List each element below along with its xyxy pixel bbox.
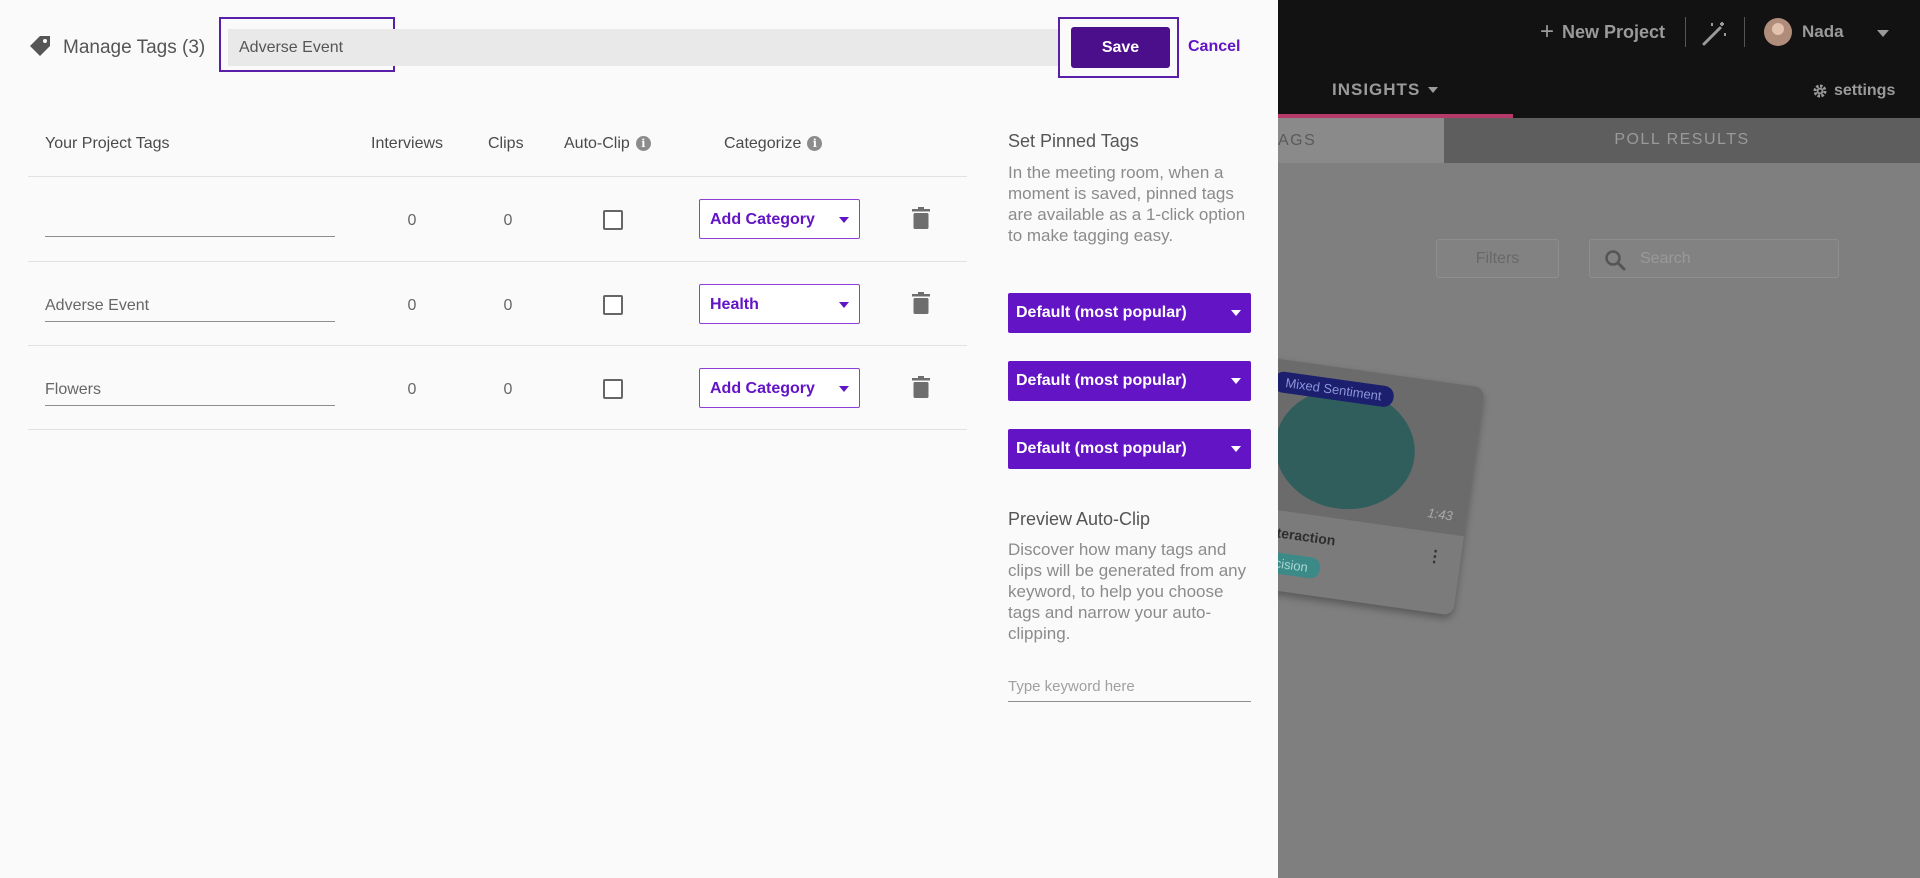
caret-down-icon <box>839 386 849 392</box>
table-row: 0 0 Add Category <box>28 346 967 430</box>
chevron-down-icon <box>1428 87 1439 93</box>
new-project-button[interactable]: + New Project <box>1540 20 1665 44</box>
tag-icon <box>30 36 50 56</box>
tag-name-input[interactable] <box>45 205 335 237</box>
auto-clip-checkbox[interactable] <box>603 379 623 399</box>
column-header-tags: Your Project Tags <box>45 135 170 152</box>
category-dropdown-label: Add Category <box>710 211 815 228</box>
trash-icon[interactable] <box>912 376 930 398</box>
auto-clip-checkbox[interactable] <box>603 295 623 315</box>
gear-icon <box>1813 84 1827 98</box>
category-dropdown-label: Add Category <box>710 380 815 397</box>
save-button[interactable]: Save <box>1071 27 1170 68</box>
preview-autoclip-heading: Preview Auto-Clip <box>1008 509 1151 529</box>
interviews-count: 0 <box>407 212 417 229</box>
trash-icon[interactable] <box>912 207 930 229</box>
navbar-divider <box>1685 17 1686 47</box>
search-input[interactable]: Search <box>1589 239 1839 278</box>
settings-label: settings <box>1834 82 1896 99</box>
interviews-count: 0 <box>407 381 417 398</box>
category-dropdown[interactable]: Health <box>699 284 860 324</box>
auto-clip-checkbox[interactable] <box>603 210 623 230</box>
pinned-tag-dropdown-label: Default (most popular) <box>1016 440 1187 457</box>
search-icon <box>1605 250 1626 271</box>
search-placeholder: Search <box>1640 250 1691 267</box>
pinned-tags-heading: Set Pinned Tags <box>1008 131 1139 151</box>
caret-down-icon <box>839 217 849 223</box>
table-row: 0 0 Health <box>28 262 967 346</box>
user-name[interactable]: Nada <box>1802 22 1844 42</box>
tab-tags-label: AGS <box>1278 132 1317 149</box>
pinned-tag-dropdown-label: Default (most popular) <box>1016 372 1187 389</box>
settings-link[interactable]: settings <box>1812 82 1895 100</box>
column-header-clips: Clips <box>488 135 524 152</box>
info-icon[interactable]: i <box>807 136 823 151</box>
magic-wand-icon[interactable] <box>1700 20 1728 48</box>
pinned-tag-dropdown[interactable]: Default (most popular) <box>1008 429 1251 469</box>
column-header-categorize-label: Categorize <box>724 135 802 152</box>
caret-down-icon <box>1231 310 1241 316</box>
keyword-input[interactable] <box>1008 672 1251 702</box>
table-divider <box>28 429 967 430</box>
filters-button[interactable]: Filters <box>1436 239 1559 278</box>
column-header-autoclip-label: Auto-Clip <box>564 135 630 152</box>
category-dropdown[interactable]: Add Category <box>699 368 860 408</box>
new-tag-input[interactable] <box>228 29 1060 66</box>
preview-autoclip-description: Discover how many tags and clips will be… <box>1008 540 1247 643</box>
insights-label: INSIGHTS <box>1332 80 1421 99</box>
new-project-label: New Project <box>1562 21 1666 42</box>
tag-name-input[interactable] <box>45 290 335 322</box>
clips-count: 0 <box>503 212 513 229</box>
trash-icon[interactable] <box>912 292 930 314</box>
tab-poll-results[interactable]: POLL RESULTS <box>1444 118 1920 163</box>
navbar-divider <box>1744 17 1745 47</box>
interviews-count: 0 <box>407 297 417 314</box>
caret-down-icon <box>1231 446 1241 452</box>
clips-count: 0 <box>503 297 513 314</box>
page-title: Manage Tags (3) <box>63 37 206 58</box>
column-header-interviews: Interviews <box>371 135 444 152</box>
pinned-tag-dropdown-label: Default (most popular) <box>1016 304 1187 321</box>
pinned-tag-dropdown[interactable]: Default (most popular) <box>1008 293 1251 333</box>
tab-tags[interactable]: AGS <box>1278 118 1444 163</box>
table-row: 0 0 Add Category <box>28 177 967 261</box>
clips-count: 0 <box>503 381 513 398</box>
tag-name-input[interactable] <box>45 374 335 406</box>
manage-tags-panel: Manage Tags (3) Save Cancel Your Project… <box>0 0 1278 878</box>
caret-down-icon <box>839 302 849 308</box>
info-icon[interactable]: i <box>635 136 651 151</box>
tab-poll-results-label: POLL RESULTS <box>1614 131 1750 148</box>
plus-icon: + <box>1540 18 1555 45</box>
column-header-autoclip: Auto-Clip i <box>564 135 651 153</box>
pinned-tags-description: In the meeting room, when a moment is sa… <box>1008 163 1246 245</box>
cancel-button[interactable]: Cancel <box>1188 38 1240 56</box>
column-header-categorize: Categorize i <box>724 135 823 153</box>
pinned-tag-dropdown[interactable]: Default (most popular) <box>1008 361 1251 401</box>
category-dropdown-label: Health <box>710 296 759 313</box>
insights-menu[interactable]: INSIGHTS <box>1332 80 1439 100</box>
more-options-icon[interactable]: ⋮ <box>1426 545 1445 567</box>
chevron-down-icon[interactable] <box>1877 30 1889 37</box>
avatar[interactable] <box>1764 18 1792 46</box>
caret-down-icon <box>1231 378 1241 384</box>
category-dropdown[interactable]: Add Category <box>699 199 860 239</box>
